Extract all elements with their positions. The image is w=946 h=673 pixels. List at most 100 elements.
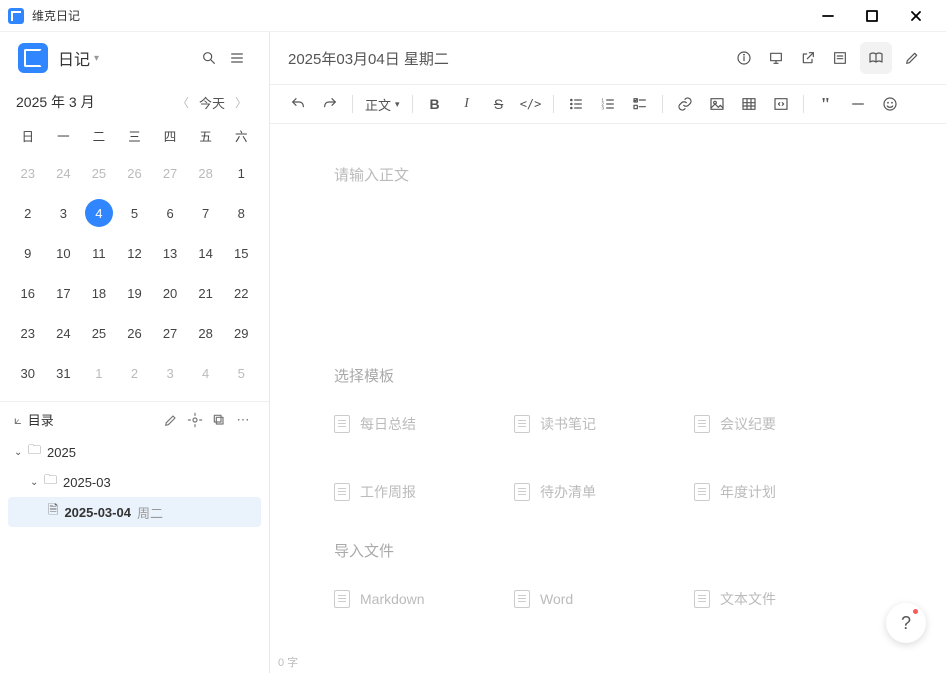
sidebar-title[interactable]: 日记 xyxy=(58,46,90,70)
calendar-day[interactable]: 16 xyxy=(10,273,46,313)
close-button[interactable] xyxy=(894,0,938,32)
tree-day[interactable]: 🗎 2025-03-04 周二 xyxy=(8,497,261,527)
tree-label: 2025 xyxy=(47,445,76,460)
template-label: 会议纪要 xyxy=(720,414,776,434)
minimize-button[interactable] xyxy=(806,0,850,32)
read-mode-button[interactable] xyxy=(860,42,892,74)
codeblock-button[interactable] xyxy=(767,90,795,118)
chevron-down-icon: ⌄ xyxy=(30,477,44,488)
outline-button[interactable] xyxy=(824,42,856,74)
calendar-day[interactable]: 2 xyxy=(10,193,46,233)
bold-button[interactable]: B xyxy=(421,90,449,118)
present-button[interactable] xyxy=(760,42,792,74)
more-button[interactable]: ⋯ xyxy=(231,408,255,432)
calendar-day[interactable]: 21 xyxy=(188,273,224,313)
calendar-day[interactable]: 7 xyxy=(188,193,224,233)
emoji-button[interactable] xyxy=(876,90,904,118)
calendar-next-button[interactable]: 〉 xyxy=(229,94,253,111)
info-button[interactable] xyxy=(728,42,760,74)
table-button[interactable] xyxy=(735,90,763,118)
calendar-day[interactable]: 31 xyxy=(46,353,82,393)
calendar-day[interactable]: 9 xyxy=(10,233,46,273)
calendar-day[interactable]: 11 xyxy=(81,233,117,273)
template-item[interactable]: 待办清单 xyxy=(514,472,694,512)
templates-title: 选择模板 xyxy=(334,365,882,386)
calendar-day[interactable]: 4 xyxy=(188,353,224,393)
calendar-day[interactable]: 8 xyxy=(223,193,259,233)
link-button[interactable] xyxy=(671,90,699,118)
calendar-weekday: 五 xyxy=(188,118,224,153)
undo-button[interactable] xyxy=(284,90,312,118)
calendar-day[interactable]: 25 xyxy=(81,153,117,193)
ordered-list-button[interactable]: 123 xyxy=(594,90,622,118)
calendar-day[interactable]: 26 xyxy=(117,153,153,193)
calendar-day[interactable]: 5 xyxy=(223,353,259,393)
calendar-day[interactable]: 24 xyxy=(46,153,82,193)
calendar-day[interactable]: 1 xyxy=(81,353,117,393)
chevron-down-icon[interactable]: ▾ xyxy=(94,53,99,64)
template-item[interactable]: 每日总结 xyxy=(334,404,514,444)
calendar-day[interactable]: 26 xyxy=(117,313,153,353)
calendar-day[interactable]: 30 xyxy=(10,353,46,393)
calendar-day[interactable]: 27 xyxy=(152,153,188,193)
calendar-today-button[interactable]: 今天 xyxy=(195,93,229,112)
divider-button[interactable] xyxy=(844,90,872,118)
quote-button[interactable]: " xyxy=(812,90,840,118)
calendar-day[interactable]: 1 xyxy=(223,153,259,193)
edit-mode-button[interactable] xyxy=(896,42,928,74)
template-item[interactable]: Markdown xyxy=(334,579,514,619)
calendar-day[interactable]: 22 xyxy=(223,273,259,313)
bullet-list-button[interactable] xyxy=(562,90,590,118)
template-item[interactable]: 工作周报 xyxy=(334,472,514,512)
template-item[interactable]: Word xyxy=(514,579,694,619)
template-item[interactable]: 读书笔记 xyxy=(514,404,694,444)
edit-button[interactable] xyxy=(159,408,183,432)
task-list-button[interactable] xyxy=(626,90,654,118)
code-button[interactable]: </> xyxy=(517,90,545,118)
calendar-day[interactable]: 12 xyxy=(117,233,153,273)
calendar-day[interactable]: 17 xyxy=(46,273,82,313)
calendar-day[interactable]: 29 xyxy=(223,313,259,353)
calendar-day[interactable]: 3 xyxy=(46,193,82,233)
calendar-day[interactable]: 28 xyxy=(188,153,224,193)
redo-button[interactable] xyxy=(316,90,344,118)
calendar-prev-button[interactable]: 〈 xyxy=(171,94,195,111)
image-button[interactable] xyxy=(703,90,731,118)
template-item[interactable]: 年度计划 xyxy=(694,472,874,512)
calendar-day[interactable]: 13 xyxy=(152,233,188,273)
template-item[interactable]: 文本文件 xyxy=(694,579,874,619)
calendar-day[interactable]: 15 xyxy=(223,233,259,273)
export-button[interactable] xyxy=(792,42,824,74)
calendar-day[interactable]: 23 xyxy=(10,153,46,193)
menu-button[interactable] xyxy=(223,44,251,72)
search-button[interactable] xyxy=(195,44,223,72)
paragraph-format-button[interactable]: 正文▾ xyxy=(361,90,404,118)
locate-button[interactable] xyxy=(183,408,207,432)
italic-button[interactable]: I xyxy=(453,90,481,118)
calendar-weekday: 六 xyxy=(223,118,259,153)
help-button[interactable]: ? xyxy=(886,603,926,643)
maximize-button[interactable] xyxy=(850,0,894,32)
calendar-day[interactable]: 3 xyxy=(152,353,188,393)
strikethrough-button[interactable]: S xyxy=(485,90,513,118)
calendar-day[interactable]: 20 xyxy=(152,273,188,313)
calendar-day[interactable]: 6 xyxy=(152,193,188,233)
editor-body[interactable]: 请输入正文 选择模板 每日总结读书笔记会议纪要 工作周报待办清单年度计划 导入文… xyxy=(270,124,946,651)
calendar-day[interactable]: 18 xyxy=(81,273,117,313)
calendar-day[interactable]: 19 xyxy=(117,273,153,313)
calendar-day[interactable]: 10 xyxy=(46,233,82,273)
calendar-day[interactable]: 27 xyxy=(152,313,188,353)
calendar-day[interactable]: 28 xyxy=(188,313,224,353)
calendar-day[interactable]: 24 xyxy=(46,313,82,353)
copy-button[interactable] xyxy=(207,408,231,432)
calendar-day[interactable]: 14 xyxy=(188,233,224,273)
calendar-grid: 日一二三四五六232425262728123456789101112131415… xyxy=(0,116,269,401)
template-item[interactable]: 会议纪要 xyxy=(694,404,874,444)
calendar-day[interactable]: 5 xyxy=(117,193,153,233)
tree-month[interactable]: ⌄ 🗀 2025-03 xyxy=(8,467,261,497)
calendar-day[interactable]: 2 xyxy=(117,353,153,393)
tree-year[interactable]: ⌄ 🗀 2025 xyxy=(8,437,261,467)
calendar-day[interactable]: 23 xyxy=(10,313,46,353)
calendar-day[interactable]: 25 xyxy=(81,313,117,353)
calendar-day[interactable]: 4 xyxy=(81,193,117,233)
